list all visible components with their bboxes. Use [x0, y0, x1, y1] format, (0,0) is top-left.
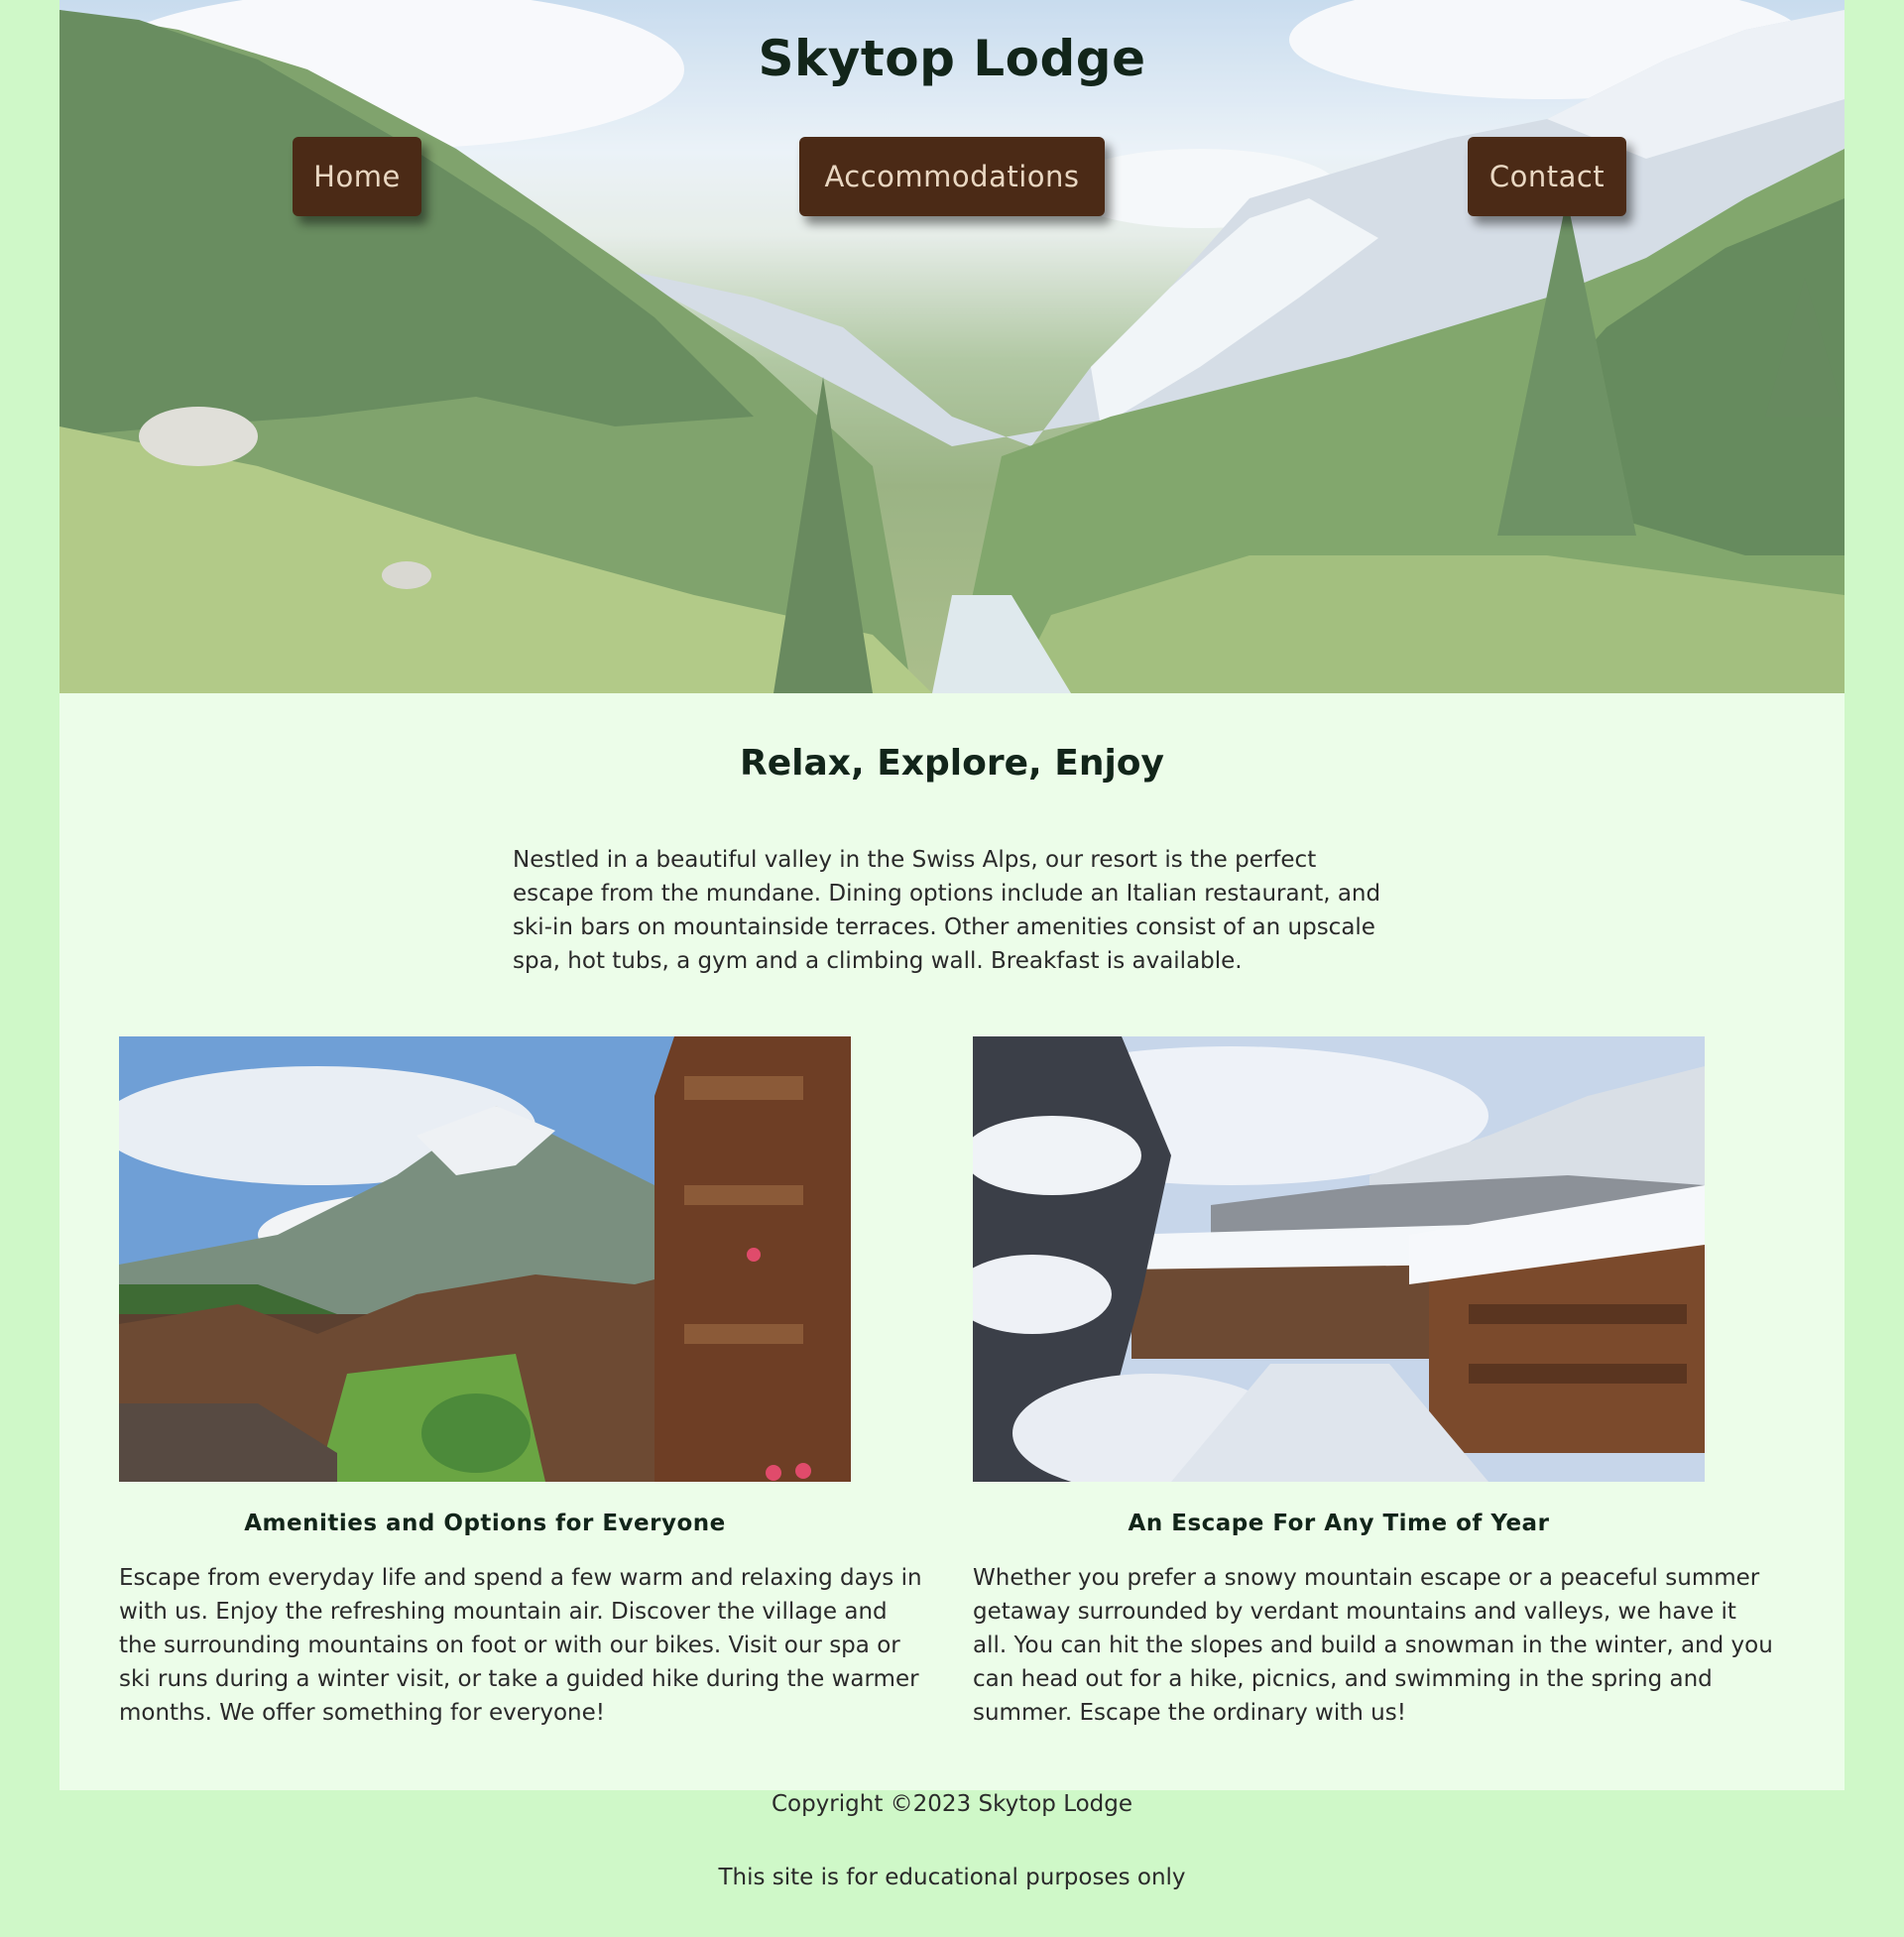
nav-accommodations-button[interactable]: Accommodations	[799, 137, 1105, 216]
card-escape-title: An Escape For Any Time of Year	[1128, 1511, 1550, 1536]
card-escape: An Escape For Any Time of Year Whether y…	[973, 1036, 1786, 1726]
site-title: Skytop Lodge	[758, 30, 1146, 87]
hero-header: Skytop Lodge Home Accommodations Contact	[60, 0, 1844, 693]
card-escape-text: Whether you prefer a snowy mountain esca…	[973, 1565, 1773, 1726]
main-heading: Relax, Explore, Enjoy	[740, 743, 1164, 784]
hero-overlay	[60, 0, 1844, 693]
card-amenities-title: Amenities and Options for Everyone	[244, 1511, 726, 1536]
page-wrapper: Skytop Lodge Home Accommodations Contact…	[60, 0, 1844, 1790]
nav-home-button[interactable]: Home	[293, 137, 421, 216]
winter-village-image	[973, 1036, 1705, 1482]
card-amenities-text: Escape from everyday life and spend a fe…	[119, 1565, 922, 1726]
main-content: Relax, Explore, Enjoy Nestled in a beaut…	[60, 693, 1844, 1790]
card-amenities: Amenities and Options for Everyone Escap…	[119, 1036, 932, 1726]
intro-paragraph: Nestled in a beautiful valley in the Swi…	[513, 847, 1381, 974]
summer-village-image	[119, 1036, 851, 1482]
footer-copyright: Copyright ©2023 Skytop Lodge	[771, 1791, 1133, 1817]
footer-note: This site is for educational purposes on…	[718, 1865, 1186, 1890]
nav-contact-button[interactable]: Contact	[1468, 137, 1626, 216]
